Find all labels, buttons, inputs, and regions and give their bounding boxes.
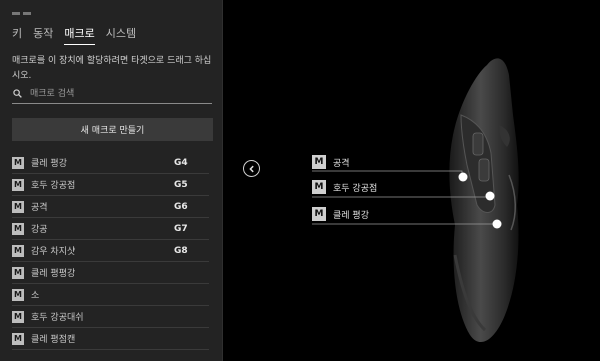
macro-key: G5 [174, 179, 188, 190]
panel-description: 매크로를 이 장치에 할당하려면 타겟으로 드래그 하십시오. [12, 56, 212, 81]
macro-icon: M [312, 207, 326, 221]
macro-item[interactable]: M 클레 평평강 [12, 262, 209, 284]
back-button[interactable] [243, 160, 260, 177]
chevron-left-icon [248, 165, 254, 172]
macro-icon: M [12, 222, 24, 235]
assignment-label[interactable]: M 공격 [312, 153, 350, 171]
macro-icon: M [312, 155, 326, 169]
macro-icon: M [12, 266, 24, 279]
macro-item[interactable]: M 클레 평점캔 [12, 328, 209, 350]
macro-list: M 클레 평강 G4 M 호두 강공점 G5 M 공격 G6 M 강공 G7 M [12, 152, 209, 350]
macro-key: G4 [174, 157, 188, 168]
macro-name: 공격 [31, 203, 48, 213]
macro-key: G7 [174, 223, 188, 234]
macro-name: 호두 강공점 [31, 181, 76, 191]
macro-item[interactable]: M 감우 차지샷 G8 [12, 240, 209, 262]
search-input[interactable] [30, 87, 210, 101]
macro-name: 감우 차지샷 [31, 247, 76, 257]
macro-item[interactable]: M 호두 강공대쉬 [12, 306, 209, 328]
macro-key: G6 [174, 201, 188, 212]
macro-name: 호두 강공대쉬 [31, 313, 84, 323]
macro-name: 소 [31, 291, 40, 301]
macro-icon: M [12, 156, 24, 169]
tab-system[interactable]: 시스템 [106, 25, 136, 45]
macro-item[interactable]: M 소 [12, 284, 209, 306]
tab-bar: 키 동작 매크로 시스템 [12, 25, 136, 45]
assignment-name: 공격 [333, 158, 350, 169]
macro-name: 클레 평평강 [31, 269, 76, 279]
assignment-label[interactable]: M 호두 강공점 [312, 178, 377, 196]
macro-icon: M [12, 178, 24, 191]
macro-name: 클레 평점캔 [31, 335, 76, 345]
macro-name: 강공 [31, 225, 48, 235]
macro-icon: M [12, 310, 24, 323]
assignment-name: 클레 평강 [333, 210, 369, 221]
search-icon [13, 89, 22, 98]
macro-icon: M [12, 244, 24, 257]
macro-key: G8 [174, 245, 188, 256]
assignment-name: 호두 강공점 [333, 183, 378, 194]
macro-item[interactable]: M 공격 G6 [12, 196, 209, 218]
macro-name: 클레 평강 [31, 159, 67, 169]
app-window: 키 동작 매크로 시스템 매크로를 이 장치에 할당하려면 타겟으로 드래그 하… [0, 0, 600, 361]
macro-item[interactable]: M 강공 G7 [12, 218, 209, 240]
logo-mark [12, 0, 42, 15]
mouse-illustration [449, 58, 519, 343]
tab-keys[interactable]: 키 [12, 25, 22, 45]
macro-icon: M [12, 288, 24, 301]
macro-icon: M [312, 180, 326, 194]
macro-item[interactable]: M 클레 평강 G4 [12, 152, 209, 174]
macro-icon: M [12, 332, 24, 345]
macro-item[interactable]: M 호두 강공점 G5 [12, 174, 209, 196]
search-bar [12, 86, 212, 104]
tab-actions[interactable]: 동작 [33, 25, 53, 45]
left-panel: 키 동작 매크로 시스템 매크로를 이 장치에 할당하려면 타겟으로 드래그 하… [0, 0, 223, 361]
new-macro-button[interactable]: 새 매크로 만들기 [12, 118, 213, 141]
tab-macros[interactable]: 매크로 [64, 25, 95, 45]
assignment-label[interactable]: M 클레 평강 [312, 205, 369, 223]
macro-icon: M [12, 200, 24, 213]
